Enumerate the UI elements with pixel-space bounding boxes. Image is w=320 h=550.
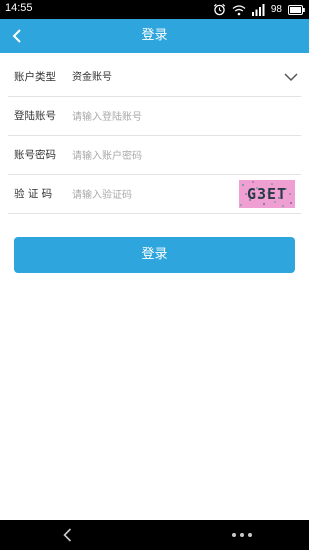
login-form: 账户类型 资金账号 登陆账号 账号密码 验 证 码 G3ET [8,58,301,214]
password-row: 账号密码 [8,136,301,175]
login-account-row: 登陆账号 [8,97,301,136]
password-label: 账号密码 [14,149,56,161]
status-bar: 14:55 98 [0,0,309,19]
chevron-down-icon[interactable] [283,69,299,85]
login-account-label: 登陆账号 [14,110,56,122]
account-type-value[interactable]: 资金账号 [72,58,112,97]
account-type-row[interactable]: 账户类型 资金账号 [8,58,301,97]
account-type-label: 账户类型 [14,71,56,83]
system-nav-bar [0,520,309,550]
battery-level: 98 [270,4,282,15]
page-title: 登录 [141,28,168,43]
status-icons: 98 [213,2,305,17]
back-button[interactable] [8,27,26,45]
captcha-image[interactable]: G3ET [239,180,295,208]
login-button[interactable]: 登录 [14,237,295,273]
login-account-input[interactable] [72,107,232,127]
app-header: 登录 [0,19,309,53]
back-icon[interactable] [60,527,76,543]
battery-icon [288,4,305,15]
captcha-code: G3ET [246,185,288,203]
alarm-icon [213,3,225,16]
chevron-left-icon [12,29,21,43]
password-input[interactable] [72,146,232,166]
status-time: 14:55 [5,2,33,14]
captcha-row: 验 证 码 G3ET [8,175,301,214]
wifi-icon [232,4,246,15]
more-icon[interactable] [228,525,256,545]
signal-icon [251,3,265,16]
captcha-input[interactable] [72,185,232,205]
captcha-label: 验 证 码 [14,188,53,200]
